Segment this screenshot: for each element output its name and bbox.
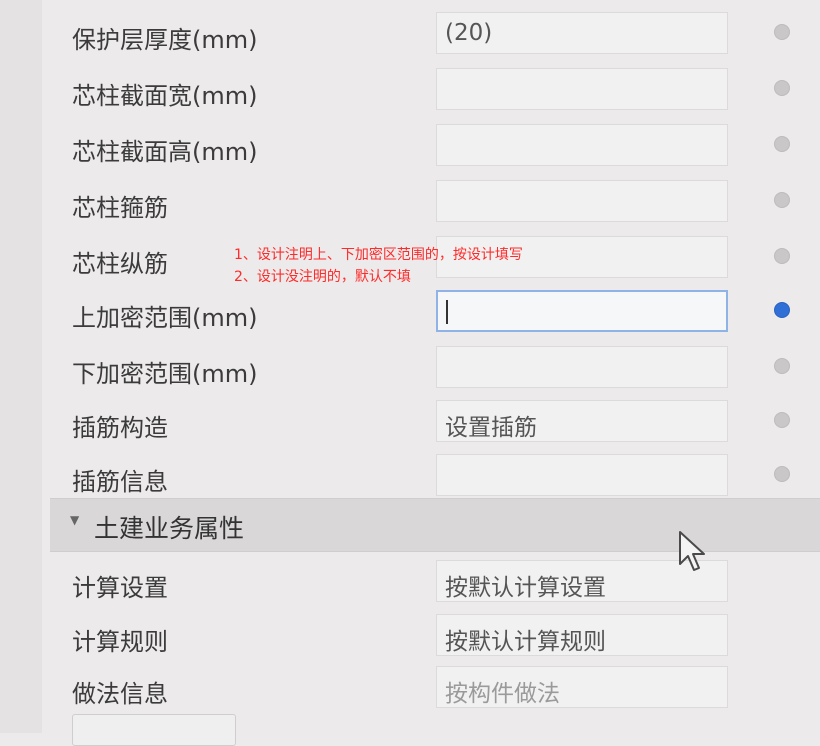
- property-value-field[interactable]: [436, 68, 728, 110]
- property-value-field-active[interactable]: [436, 290, 728, 332]
- property-label: 上加密范围(mm): [72, 304, 258, 332]
- property-row-dowel-construction: 插筋构造 设置插筋: [50, 398, 820, 452]
- property-value-field[interactable]: (20): [436, 12, 728, 54]
- property-label: 计算规则: [72, 628, 168, 656]
- status-dot-icon: [774, 80, 790, 96]
- status-dot-icon: [774, 358, 790, 374]
- property-value-field[interactable]: [436, 454, 728, 496]
- property-row-core-width: 芯柱截面宽(mm): [50, 66, 820, 120]
- property-row-cover-thickness: 保护层厚度(mm) (20): [50, 10, 820, 64]
- property-row-calc-rules: 计算规则 按默认计算规则: [50, 612, 820, 666]
- mouse-pointer-icon: [679, 531, 705, 571]
- property-row-core-height: 芯柱截面高(mm): [50, 122, 820, 176]
- property-label: 芯柱截面宽(mm): [72, 82, 258, 110]
- section-title: 土建业务属性: [94, 514, 245, 543]
- annotation-line-2: 2、设计没注明的，默认不填: [234, 269, 411, 285]
- property-label: 保护层厚度(mm): [72, 26, 258, 54]
- property-value-field[interactable]: [436, 124, 728, 166]
- property-label: 芯柱纵筋: [72, 250, 168, 278]
- property-value-field[interactable]: 按构件做法: [436, 666, 728, 708]
- property-label: 计算设置: [72, 574, 168, 602]
- status-dot-icon: [774, 24, 790, 40]
- status-dot-active-icon: [774, 302, 790, 318]
- panel-left-margin: [0, 0, 42, 733]
- status-dot-icon: [774, 248, 790, 264]
- property-row-core-stirrup: 芯柱箍筋: [50, 178, 820, 232]
- property-panel: 保护层厚度(mm) (20) 芯柱截面宽(mm) 芯柱截面高(mm) 芯柱箍筋 …: [0, 0, 820, 746]
- status-dot-icon: [774, 192, 790, 208]
- annotation-line-1: 1、设计注明上、下加密区范围的，按设计填写: [234, 247, 523, 263]
- property-label: 做法信息: [72, 680, 168, 708]
- bottom-button-partial[interactable]: [72, 714, 236, 746]
- property-row-method-info: 做法信息 按构件做法: [50, 664, 820, 718]
- property-label: 插筋信息: [72, 468, 168, 496]
- collapse-arrow-icon[interactable]: ▼: [70, 513, 79, 527]
- property-label: 插筋构造: [72, 414, 168, 442]
- property-value-field[interactable]: [436, 346, 728, 388]
- property-value-field[interactable]: [436, 180, 728, 222]
- status-dot-icon: [774, 412, 790, 428]
- status-dot-icon: [774, 136, 790, 152]
- property-value-field[interactable]: 按默认计算规则: [436, 614, 728, 656]
- text-caret: [446, 300, 448, 324]
- property-row-lower-dense-range: 下加密范围(mm): [50, 344, 820, 398]
- property-label: 芯柱箍筋: [72, 194, 168, 222]
- property-label: 下加密范围(mm): [72, 360, 258, 388]
- property-row-upper-dense-range: 上加密范围(mm): [50, 288, 820, 342]
- property-label: 芯柱截面高(mm): [72, 138, 258, 166]
- property-value-field[interactable]: 设置插筋: [436, 400, 728, 442]
- status-dot-icon: [774, 466, 790, 482]
